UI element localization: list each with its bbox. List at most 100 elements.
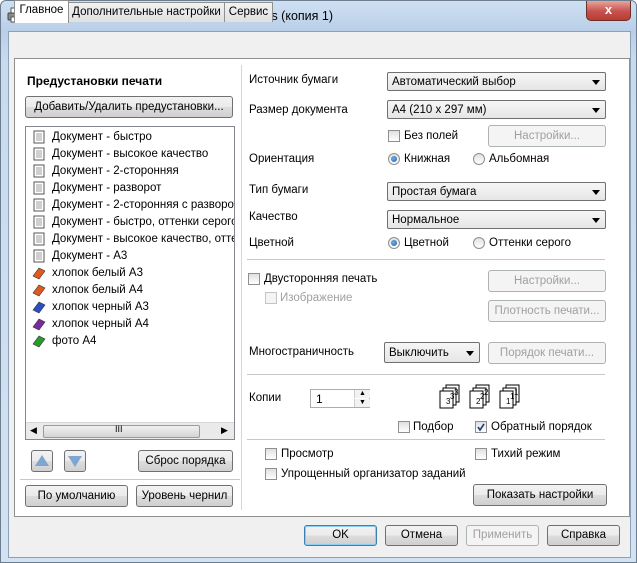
list-item-label: Документ - высокое качество, отте — [52, 233, 235, 245]
reverse-order-checkbox[interactable] — [475, 421, 487, 433]
reverse-order-label: Обратный порядок — [491, 421, 592, 433]
tab-service-label: Сервис — [228, 6, 269, 18]
svg-text:2: 2 — [476, 397, 481, 406]
cancel-button[interactable]: Отмена — [385, 525, 458, 546]
arrow-up-icon — [35, 455, 49, 466]
spin-down-icon[interactable]: ▼ — [354, 399, 370, 407]
ink-level-button[interactable]: Уровень чернил — [136, 485, 233, 507]
default-button[interactable]: По умолчанию — [25, 485, 128, 507]
copies-value: 1 — [316, 392, 323, 406]
landscape-radio[interactable] — [473, 153, 485, 165]
color-radio[interactable] — [388, 237, 400, 249]
list-item-label: Документ - быстро, оттенки серого — [52, 216, 235, 228]
multipage-select[interactable]: Выключить — [384, 342, 480, 363]
presets-list[interactable]: Документ - быстро Документ - высокое каче… — [25, 126, 235, 440]
simple-organizer-label: Упрощенный организатор заданий — [281, 468, 466, 480]
doc-size-label: Размер документа — [249, 104, 348, 116]
paper-source-label: Источник бумаги — [249, 74, 339, 86]
quality-value: Нормальное — [392, 214, 460, 226]
chevron-down-icon — [592, 80, 600, 85]
copies-spinner[interactable]: 1 ▲ ▼ — [310, 389, 370, 408]
quiet-mode-checkbox[interactable] — [475, 448, 487, 460]
page-order-button[interactable]: Порядок печати... — [488, 342, 606, 364]
spin-up-icon[interactable]: ▲ — [354, 390, 370, 398]
borderless-settings-button[interactable]: Настройки... — [488, 125, 606, 147]
document-spread-icon — [33, 181, 45, 195]
duplex-settings-button[interactable]: Настройки... — [488, 270, 606, 292]
paper-type-value: Простая бумага — [392, 186, 477, 198]
svg-text:1: 1 — [514, 388, 519, 397]
doc-size-value: A4 (210 x 297 мм) — [392, 104, 487, 116]
black-cotton-icon — [32, 318, 46, 331]
close-icon: x — [604, 2, 613, 17]
grayscale-radio[interactable] — [473, 237, 485, 249]
document-a3-icon — [33, 249, 45, 263]
borderless-checkbox[interactable] — [388, 130, 400, 142]
quiet-mode-label: Тихий режим — [491, 448, 561, 460]
horizontal-scrollbar[interactable]: ◀ III ▶ — [26, 422, 234, 439]
doc-size-select[interactable]: A4 (210 x 297 мм) — [387, 100, 606, 119]
quality-label: Качество — [249, 211, 298, 223]
orientation-label: Ориентация — [249, 153, 315, 165]
show-settings-button[interactable]: Показать настройки — [473, 484, 607, 506]
svg-text:3: 3 — [450, 392, 455, 401]
tab-service[interactable]: Сервис — [224, 2, 273, 22]
scroll-thumb[interactable]: III — [43, 424, 200, 438]
collate-checkbox[interactable] — [398, 421, 410, 433]
paper-type-label: Тип бумаги — [249, 184, 309, 196]
reset-order-button[interactable]: Сброс порядка — [138, 450, 233, 472]
portrait-radio[interactable] — [388, 153, 400, 165]
duplex-checkbox[interactable] — [248, 273, 260, 285]
portrait-label: Книжная — [404, 153, 451, 165]
collate-pages-icon: 333 222 111 — [439, 384, 520, 409]
move-down-button[interactable] — [64, 450, 86, 472]
scroll-left-icon[interactable]: ◀ — [30, 425, 37, 436]
apply-button[interactable]: Применить — [466, 525, 539, 546]
paper-source-select[interactable]: Автоматический выбор — [387, 72, 606, 91]
tab-advanced[interactable]: Дополнительные настройки — [68, 2, 225, 22]
paper-type-select[interactable]: Простая бумага — [387, 182, 606, 201]
svg-text:3: 3 — [446, 397, 451, 406]
tab-main-label: Главное — [19, 4, 64, 16]
svg-text:1: 1 — [510, 392, 515, 401]
duplex-label: Двусторонняя печать — [264, 273, 378, 285]
presets-heading: Предустановки печати — [27, 74, 163, 88]
list-item-label: хлопок белый А3 — [52, 267, 143, 279]
document-quality-icon — [33, 147, 45, 161]
svg-text:1: 1 — [506, 397, 511, 406]
document-duplex-spread-icon — [33, 198, 45, 212]
chevron-down-icon — [592, 190, 600, 195]
document-duplex-icon — [33, 164, 45, 178]
svg-text:2: 2 — [484, 388, 489, 397]
chevron-down-icon — [592, 218, 600, 223]
borderless-label: Без полей — [404, 130, 459, 142]
image-checkbox[interactable] — [265, 292, 277, 304]
column-divider — [241, 65, 242, 510]
help-button[interactable]: Справка — [547, 525, 620, 546]
list-item-label: Документ - разворот — [52, 182, 162, 194]
tab-advanced-label: Дополнительные настройки — [72, 6, 221, 18]
list-item-label: фото А4 — [52, 335, 97, 347]
grayscale-label: Оттенки серого — [489, 237, 572, 249]
list-item-label: хлопок белый А4 — [52, 284, 143, 296]
photo-icon — [32, 335, 46, 348]
preview-label: Просмотр — [281, 448, 334, 460]
simple-organizer-checkbox[interactable] — [265, 468, 277, 480]
copies-label: Копии — [249, 392, 282, 404]
preview-checkbox[interactable] — [265, 448, 277, 460]
multipage-value: Выключить — [389, 347, 449, 359]
close-button[interactable]: x — [586, 1, 631, 21]
scroll-right-icon[interactable]: ▶ — [221, 425, 228, 436]
quality-select[interactable]: Нормальное — [387, 210, 606, 229]
move-up-button[interactable] — [31, 450, 53, 472]
multipage-label: Многостраничность — [249, 346, 354, 358]
ok-button[interactable]: OK — [304, 525, 377, 546]
list-item-label: Документ - 2-сторонняя — [52, 165, 179, 177]
add-remove-presets-button[interactable]: Добавить/Удалить предустановки... — [25, 96, 233, 118]
tab-main[interactable]: Главное — [14, 0, 69, 23]
list-item-label: Документ - А3 — [52, 250, 128, 262]
document-fast-gray-icon — [33, 215, 45, 229]
print-density-button[interactable]: Плотность печати... — [488, 300, 606, 322]
landscape-label: Альбомная — [489, 153, 550, 165]
list-item-label: хлопок черный А4 — [52, 318, 149, 330]
